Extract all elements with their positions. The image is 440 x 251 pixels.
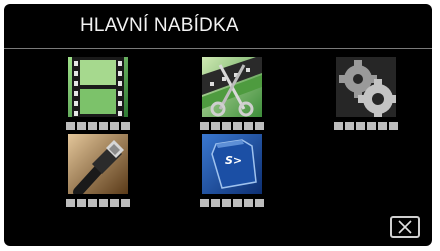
edit-film-icon <box>202 57 262 117</box>
hdmi-cable-icon <box>68 134 128 194</box>
item-label-placeholder <box>334 122 398 130</box>
menu-item-settings[interactable] <box>330 57 402 139</box>
menu-item-edit[interactable] <box>196 57 268 139</box>
menu-item-connection[interactable] <box>62 134 134 216</box>
close-icon <box>398 220 412 234</box>
item-label-placeholder <box>200 122 264 130</box>
item-label-placeholder <box>200 199 264 207</box>
close-button[interactable] <box>390 216 420 238</box>
item-label-placeholder <box>66 199 130 207</box>
menu-item-media[interactable]: S> <box>196 134 268 216</box>
menu-header: HLAVNÍ NABÍDKA <box>4 4 432 49</box>
menu-item-video[interactable] <box>62 57 134 139</box>
page-title: HLAVNÍ NABÍDKA <box>80 15 239 36</box>
menu-screen: HLAVNÍ NABÍDKA S> <box>4 4 432 246</box>
sd-card-text: S> <box>225 154 242 167</box>
item-label-placeholder <box>66 122 130 130</box>
gear-settings-icon <box>336 57 396 117</box>
sd-card-icon: S> <box>202 134 262 194</box>
film-strip-icon <box>68 57 128 117</box>
